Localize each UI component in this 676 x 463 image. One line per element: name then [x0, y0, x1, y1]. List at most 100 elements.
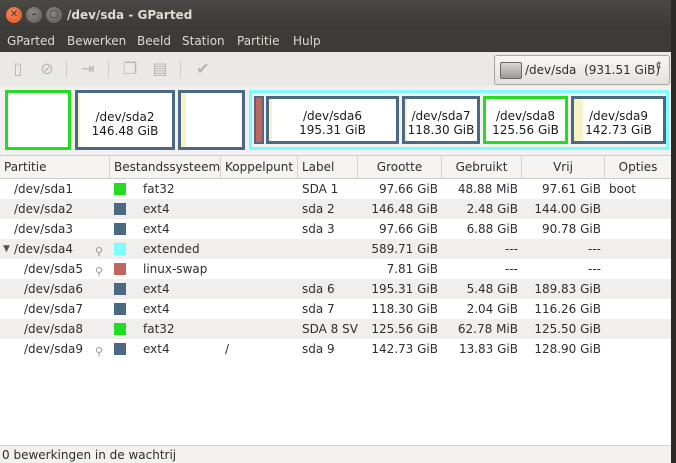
- cell-size: 195.31 GiB: [371, 282, 438, 296]
- cell-partition: /dev/sda2: [14, 202, 74, 216]
- cell-label: sda 2: [302, 202, 335, 216]
- gparted-window: ✕ – ▢ /dev/sda - GParted GParted Bewerke…: [0, 0, 671, 463]
- menu-partitie[interactable]: Partitie: [237, 34, 279, 48]
- cell-used: 13.83 GiB: [458, 342, 518, 356]
- menu-gparted[interactable]: GParted: [7, 34, 55, 48]
- menu-bewerken[interactable]: Bewerken: [67, 34, 126, 48]
- cell-partition: /dev/sda5: [24, 262, 84, 276]
- map-partition-size: 118.30 GiB: [407, 123, 475, 137]
- cell-size: 7.81 GiB: [386, 262, 438, 276]
- used-space-bar: [181, 93, 186, 147]
- title-bar: ✕ – ▢ /dev/sda - GParted: [0, 0, 671, 30]
- map-partition-sda1[interactable]: [5, 90, 71, 150]
- filesystem-color-swatch: [114, 323, 126, 335]
- filesystem-color-swatch: [114, 283, 126, 295]
- cell-label: sda 7: [302, 302, 335, 316]
- device-size: (931.51 GiB): [584, 63, 661, 77]
- device-name: /dev/sda: [525, 63, 577, 77]
- cell-used: 6.88 GiB: [466, 222, 518, 236]
- filesystem-color-swatch: [114, 303, 126, 315]
- table-row[interactable]: /dev/sda6 ext4 sda 6 195.31 GiB 5.48 GiB 189.…: [0, 279, 671, 299]
- filesystem-color-swatch: [114, 343, 126, 355]
- table-row[interactable]: /dev/sda5 ⚲ linux-swap 7.81 GiB --- ---: [0, 259, 671, 279]
- device-selector[interactable]: /dev/sda (931.51 GiB) ⇕: [494, 55, 670, 85]
- cell-size: 125.56 GiB: [371, 322, 438, 336]
- column-header-opties[interactable]: Opties: [605, 156, 671, 178]
- cell-size: 142.73 GiB: [371, 342, 438, 356]
- table-row[interactable]: /dev/sda3 ext4 sda 3 97.66 GiB 6.88 GiB 90.78…: [0, 219, 671, 239]
- menu-station[interactable]: Station: [182, 34, 225, 48]
- cell-filesystem: fat32: [143, 322, 175, 336]
- table-row[interactable]: /dev/sda8 fat32 SDA 8 SV 125.56 GiB 62.78 Mi…: [0, 319, 671, 339]
- menu-beeld[interactable]: Beeld: [137, 34, 171, 48]
- chevron-updown-icon: ⇕: [654, 61, 663, 72]
- status-text: 0 bewerkingen in de wachtrij: [2, 448, 177, 462]
- cell-label: sda 3: [302, 222, 335, 236]
- menu-hulp[interactable]: Hulp: [293, 34, 321, 48]
- minimize-window-button[interactable]: –: [26, 7, 42, 23]
- map-partition-sda6[interactable]: /dev/sda6 195.31 GiB: [266, 96, 399, 144]
- cell-mountpoint: /: [225, 342, 230, 356]
- map-partition-size: 146.48 GiB: [91, 124, 159, 138]
- table-row[interactable]: /dev/sda9 ⚲ ext4 / sda 9 142.73 GiB 13.83 GiB 1…: [0, 339, 671, 359]
- column-header-koppelpunt[interactable]: Koppelpunt: [221, 156, 298, 178]
- cell-partition: /dev/sda9: [24, 342, 84, 356]
- map-partition-sda5[interactable]: [254, 96, 264, 144]
- menu-bar: GParted Bewerken Beeld Station Partitie …: [0, 30, 671, 52]
- cell-partition: /dev/sda8: [24, 322, 84, 336]
- expander-arrow-icon[interactable]: ▼: [3, 239, 10, 259]
- window-title: /dev/sda - GParted: [67, 8, 193, 22]
- delete-partition-icon[interactable]: ⊘: [37, 59, 57, 79]
- table-row[interactable]: /dev/sda7 ext4 sda 7 118.30 GiB 2.04 GiB 116.…: [0, 299, 671, 319]
- column-header-partitie[interactable]: Partitie: [0, 156, 110, 178]
- map-partition-name: /dev/sda7: [411, 109, 471, 123]
- map-partition-name: /dev/sda9: [588, 109, 649, 123]
- table-row[interactable]: ▼/dev/sda4 ⚲ extended 589.71 GiB --- ---: [0, 239, 671, 259]
- filesystem-color-swatch: [114, 243, 126, 255]
- cell-label: sda 6: [302, 282, 335, 296]
- map-partition-sda9[interactable]: /dev/sda9 142.73 GiB: [571, 96, 666, 144]
- table-row[interactable]: /dev/sda2 ext4 sda 2 146.48 GiB 2.48 GiB 144.…: [0, 199, 671, 219]
- filesystem-color-swatch: [114, 263, 126, 275]
- apply-icon[interactable]: ✔: [193, 59, 213, 79]
- column-header-bestandssysteem[interactable]: Bestandssysteem: [110, 156, 221, 178]
- cell-size: 589.71 GiB: [371, 242, 438, 256]
- map-partition-sda2[interactable]: /dev/sda2 146.48 GiB: [75, 90, 175, 150]
- map-partition-size: 195.31 GiB: [299, 123, 366, 137]
- resize-move-icon[interactable]: ⇥: [78, 59, 98, 79]
- table-row[interactable]: /dev/sda1 fat32 SDA 1 97.66 GiB 48.88 MiB 97.…: [0, 179, 671, 199]
- map-partition-sda8[interactable]: /dev/sda8 125.56 GiB: [483, 96, 568, 144]
- map-partition-name: /dev/sda2: [95, 110, 155, 124]
- cell-used: 62.78 MiB: [457, 322, 518, 336]
- cell-partition: /dev/sda1: [14, 182, 74, 196]
- map-partition-sda3[interactable]: [178, 90, 245, 150]
- cell-free: 97.61 GiB: [541, 182, 601, 196]
- new-partition-icon[interactable]: ▯: [8, 59, 28, 79]
- paste-icon[interactable]: ▤: [150, 59, 170, 79]
- cell-size: 97.66 GiB: [378, 222, 438, 236]
- cell-used: 48.88 MiB: [457, 182, 518, 196]
- map-partition-size: 125.56 GiB: [492, 123, 559, 137]
- cell-size: 97.66 GiB: [378, 182, 438, 196]
- toolbar-separator: [180, 60, 181, 78]
- cell-filesystem: ext4: [143, 222, 170, 236]
- close-window-button[interactable]: ✕: [6, 7, 22, 23]
- column-header-gebruikt[interactable]: Gebruikt: [442, 156, 522, 178]
- cell-filesystem: ext4: [143, 302, 170, 316]
- cell-free: 90.78 GiB: [541, 222, 601, 236]
- map-partition-sda7[interactable]: /dev/sda7 118.30 GiB: [402, 96, 480, 144]
- column-header-grootte[interactable]: Grootte: [358, 156, 442, 178]
- maximize-window-button[interactable]: ▢: [46, 7, 62, 23]
- copy-icon[interactable]: ❐: [120, 59, 140, 79]
- column-header-label[interactable]: Label: [298, 156, 358, 178]
- cell-filesystem: ext4: [143, 282, 170, 296]
- cell-free: 144.00 GiB: [534, 202, 601, 216]
- desktop-background: [671, 0, 676, 463]
- map-partition-sda4-extended[interactable]: /dev/sda6 195.31 GiB /dev/sda7 118.30 GiB …: [249, 90, 669, 150]
- cell-used: 2.04 GiB: [466, 302, 518, 316]
- cell-partition: /dev/sda6: [24, 282, 84, 296]
- column-header-vrij[interactable]: Vrij: [522, 156, 605, 178]
- status-bar: 0 bewerkingen in de wachtrij: [0, 445, 671, 463]
- toolbar-separator: [108, 60, 109, 78]
- cell-filesystem: ext4: [143, 342, 170, 356]
